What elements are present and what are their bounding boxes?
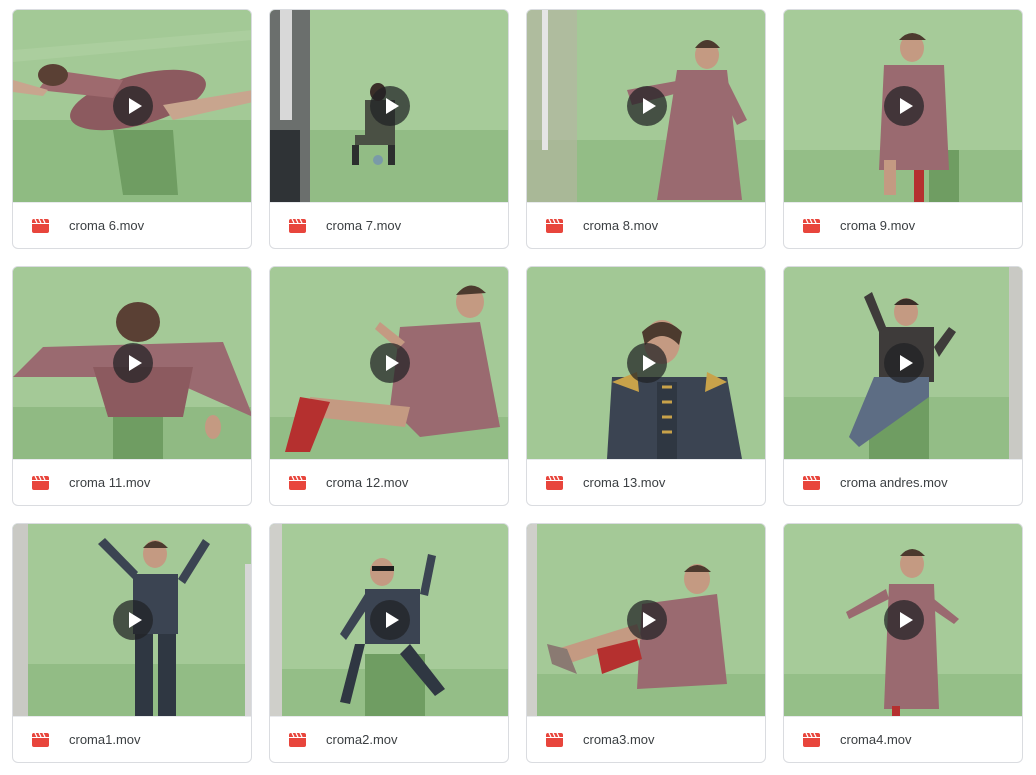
video-thumbnail[interactable] bbox=[784, 267, 1022, 459]
video-thumbnail[interactable] bbox=[527, 267, 765, 459]
file-name: croma 8.mov bbox=[583, 218, 659, 233]
file-name: croma4.mov bbox=[840, 732, 912, 747]
play-button[interactable] bbox=[884, 86, 924, 126]
play-icon bbox=[129, 355, 142, 371]
play-button[interactable] bbox=[113, 343, 153, 383]
file-card[interactable]: croma2.mov bbox=[269, 523, 509, 763]
video-file-icon bbox=[289, 219, 306, 233]
file-name: croma 7.mov bbox=[326, 218, 402, 233]
play-icon bbox=[386, 612, 399, 628]
file-footer: croma 13.mov bbox=[527, 459, 765, 505]
file-name: croma 12.mov bbox=[326, 475, 409, 490]
file-card[interactable]: croma 12.mov bbox=[269, 266, 509, 506]
file-footer: croma1.mov bbox=[13, 716, 251, 762]
file-name: croma 9.mov bbox=[840, 218, 916, 233]
play-button[interactable] bbox=[627, 600, 667, 640]
video-thumbnail[interactable] bbox=[270, 10, 508, 202]
file-footer: croma 12.mov bbox=[270, 459, 508, 505]
video-file-icon bbox=[803, 476, 820, 490]
file-name: croma 13.mov bbox=[583, 475, 666, 490]
file-name: croma 6.mov bbox=[69, 218, 145, 233]
file-grid: croma 6.mov croma 7.mov croma 8.mov crom… bbox=[0, 0, 1036, 775]
video-thumbnail[interactable] bbox=[784, 10, 1022, 202]
play-icon bbox=[386, 355, 399, 371]
play-icon bbox=[900, 612, 913, 628]
video-thumbnail[interactable] bbox=[270, 524, 508, 716]
video-thumbnail[interactable] bbox=[784, 524, 1022, 716]
file-footer: croma andres.mov bbox=[784, 459, 1022, 505]
play-button[interactable] bbox=[113, 86, 153, 126]
play-icon bbox=[900, 355, 913, 371]
play-icon bbox=[900, 98, 913, 114]
video-file-icon bbox=[289, 476, 306, 490]
play-button[interactable] bbox=[370, 343, 410, 383]
file-card[interactable]: croma 13.mov bbox=[526, 266, 766, 506]
play-icon bbox=[129, 98, 142, 114]
file-card[interactable]: croma1.mov bbox=[12, 523, 252, 763]
file-footer: croma 11.mov bbox=[13, 459, 251, 505]
file-name: croma3.mov bbox=[583, 732, 655, 747]
video-thumbnail[interactable] bbox=[13, 10, 251, 202]
play-button[interactable] bbox=[884, 600, 924, 640]
file-name: croma 11.mov bbox=[69, 475, 151, 490]
play-icon bbox=[643, 612, 656, 628]
file-footer: croma 9.mov bbox=[784, 202, 1022, 248]
video-file-icon bbox=[546, 733, 563, 747]
play-button[interactable] bbox=[370, 86, 410, 126]
play-button[interactable] bbox=[884, 343, 924, 383]
video-file-icon bbox=[32, 733, 49, 747]
file-card[interactable]: croma andres.mov bbox=[783, 266, 1023, 506]
video-file-icon bbox=[803, 733, 820, 747]
file-footer: croma3.mov bbox=[527, 716, 765, 762]
video-thumbnail[interactable] bbox=[13, 524, 251, 716]
play-icon bbox=[386, 98, 399, 114]
play-button[interactable] bbox=[627, 343, 667, 383]
video-file-icon bbox=[32, 476, 49, 490]
play-button[interactable] bbox=[627, 86, 667, 126]
video-file-icon bbox=[289, 733, 306, 747]
file-card[interactable]: croma 6.mov bbox=[12, 9, 252, 249]
play-icon bbox=[129, 612, 142, 628]
video-thumbnail[interactable] bbox=[270, 267, 508, 459]
file-footer: croma 8.mov bbox=[527, 202, 765, 248]
file-name: croma2.mov bbox=[326, 732, 398, 747]
video-thumbnail[interactable] bbox=[527, 524, 765, 716]
video-file-icon bbox=[546, 219, 563, 233]
file-name: croma andres.mov bbox=[840, 475, 948, 490]
file-card[interactable]: croma 9.mov bbox=[783, 9, 1023, 249]
video-thumbnail[interactable] bbox=[13, 267, 251, 459]
file-footer: croma4.mov bbox=[784, 716, 1022, 762]
file-footer: croma 6.mov bbox=[13, 202, 251, 248]
file-card[interactable]: croma 11.mov bbox=[12, 266, 252, 506]
file-card[interactable]: croma 8.mov bbox=[526, 9, 766, 249]
video-file-icon bbox=[546, 476, 563, 490]
file-name: croma1.mov bbox=[69, 732, 141, 747]
play-icon bbox=[643, 355, 656, 371]
file-card[interactable]: croma4.mov bbox=[783, 523, 1023, 763]
file-footer: croma 7.mov bbox=[270, 202, 508, 248]
video-file-icon bbox=[803, 219, 820, 233]
play-icon bbox=[643, 98, 656, 114]
video-file-icon bbox=[32, 219, 49, 233]
play-button[interactable] bbox=[370, 600, 410, 640]
play-button[interactable] bbox=[113, 600, 153, 640]
file-card[interactable]: croma 7.mov bbox=[269, 9, 509, 249]
file-card[interactable]: croma3.mov bbox=[526, 523, 766, 763]
file-footer: croma2.mov bbox=[270, 716, 508, 762]
video-thumbnail[interactable] bbox=[527, 10, 765, 202]
